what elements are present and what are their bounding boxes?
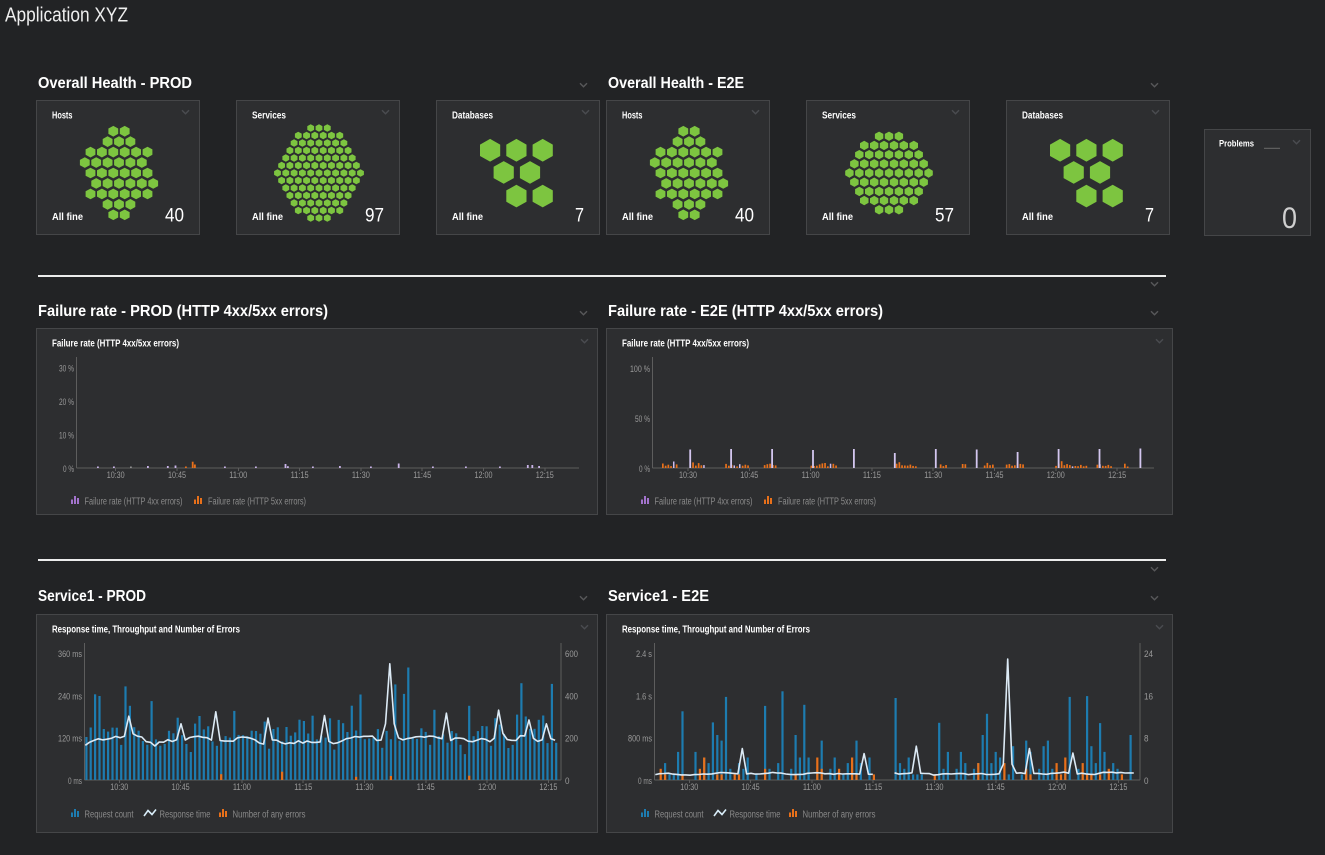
svg-text:Failure rate (HTTP 5xx errors): Failure rate (HTTP 5xx errors) (778, 497, 876, 508)
svg-text:Number of any errors: Number of any errors (803, 810, 876, 821)
svg-text:200: 200 (565, 734, 578, 744)
svg-text:11:15: 11:15 (291, 470, 309, 480)
svg-text:11:45: 11:45 (417, 782, 435, 792)
svg-text:30 %: 30 % (59, 364, 74, 374)
svg-text:12:00: 12:00 (1048, 782, 1066, 792)
svg-text:All fine: All fine (622, 212, 653, 223)
svg-text:1.6 s: 1.6 s (636, 691, 652, 701)
svg-text:2.4 s: 2.4 s (636, 649, 652, 659)
svg-text:Hosts: Hosts (52, 111, 73, 122)
svg-text:11:15: 11:15 (863, 470, 881, 480)
svg-text:11:00: 11:00 (803, 782, 821, 792)
svg-text:50 %: 50 % (635, 414, 650, 424)
svg-text:All fine: All fine (822, 212, 853, 223)
svg-text:11:00: 11:00 (802, 470, 820, 480)
svg-text:8: 8 (1144, 734, 1149, 744)
svg-text:Services: Services (252, 111, 286, 122)
svg-text:11:30: 11:30 (356, 782, 374, 792)
svg-text:40: 40 (735, 205, 754, 227)
svg-text:10:45: 10:45 (172, 782, 190, 792)
svg-text:Databases: Databases (1022, 111, 1063, 122)
svg-text:0 ms: 0 ms (638, 776, 652, 786)
svg-text:11:00: 11:00 (229, 470, 247, 480)
svg-text:10:30: 10:30 (110, 782, 128, 792)
svg-text:0: 0 (1282, 202, 1297, 235)
svg-text:800 ms: 800 ms (628, 734, 652, 744)
svg-text:0 ms: 0 ms (68, 776, 82, 786)
svg-text:Failure rate - E2E (HTTP 4xx/5: Failure rate - E2E (HTTP 4xx/5xx errors) (608, 303, 883, 320)
svg-text:Overall Health - PROD: Overall Health - PROD (38, 75, 192, 92)
svg-text:Failure rate (HTTP 4xx errors): Failure rate (HTTP 4xx errors) (85, 497, 183, 508)
svg-text:Response time: Response time (730, 810, 781, 821)
svg-text:0 %: 0 % (63, 464, 74, 474)
svg-text:Failure rate - PROD (HTTP 4xx/: Failure rate - PROD (HTTP 4xx/5xx errors… (38, 303, 328, 320)
svg-text:All fine: All fine (452, 212, 483, 223)
svg-text:Problems: Problems (1219, 139, 1254, 150)
svg-text:10:30: 10:30 (107, 470, 125, 480)
svg-text:360 ms: 360 ms (58, 649, 82, 659)
svg-text:11:30: 11:30 (926, 782, 944, 792)
svg-text:Service1 - PROD: Service1 - PROD (38, 588, 146, 605)
svg-text:Response time, Throughput and: Response time, Throughput and Number of … (622, 625, 810, 636)
svg-text:600: 600 (565, 649, 578, 659)
svg-text:24: 24 (1144, 649, 1153, 659)
svg-text:Request count: Request count (85, 810, 134, 821)
svg-text:11:30: 11:30 (352, 470, 370, 480)
svg-text:120 ms: 120 ms (58, 734, 82, 744)
svg-text:0: 0 (565, 776, 570, 786)
svg-text:Databases: Databases (452, 111, 493, 122)
svg-text:57: 57 (935, 205, 954, 227)
svg-text:400: 400 (565, 691, 578, 701)
svg-text:0: 0 (1144, 776, 1149, 786)
svg-text:11:30: 11:30 (924, 470, 942, 480)
svg-text:10:30: 10:30 (679, 470, 697, 480)
svg-text:12:15: 12:15 (1109, 782, 1127, 792)
svg-text:11:15: 11:15 (294, 782, 312, 792)
svg-text:97: 97 (365, 205, 384, 227)
svg-text:40: 40 (165, 205, 184, 227)
svg-text:Failure rate (HTTP 4xx/5xx err: Failure rate (HTTP 4xx/5xx errors) (52, 339, 179, 350)
svg-text:12:00: 12:00 (475, 470, 493, 480)
svg-text:11:45: 11:45 (987, 782, 1005, 792)
svg-text:Overall Health - E2E: Overall Health - E2E (608, 75, 744, 92)
svg-text:16: 16 (1144, 691, 1153, 701)
svg-text:All fine: All fine (52, 212, 83, 223)
svg-text:12:00: 12:00 (1047, 470, 1065, 480)
svg-text:Number of any errors: Number of any errors (233, 810, 306, 821)
svg-text:Services: Services (822, 111, 856, 122)
svg-text:10:45: 10:45 (742, 782, 760, 792)
svg-text:Application XYZ: Application XYZ (5, 5, 128, 27)
svg-text:11:00: 11:00 (233, 782, 251, 792)
svg-text:Service1 - E2E: Service1 - E2E (608, 588, 709, 605)
svg-text:All fine: All fine (252, 212, 283, 223)
svg-text:20 %: 20 % (59, 397, 74, 407)
svg-text:Failure rate (HTTP 4xx errors): Failure rate (HTTP 4xx errors) (655, 497, 753, 508)
svg-text:Hosts: Hosts (622, 111, 643, 122)
svg-text:Response time, Throughput and: Response time, Throughput and Number of … (52, 625, 240, 636)
svg-text:100 %: 100 % (630, 364, 650, 374)
svg-text:12:15: 12:15 (539, 782, 557, 792)
svg-text:0 %: 0 % (639, 464, 650, 474)
svg-text:11:45: 11:45 (986, 470, 1004, 480)
svg-text:All fine: All fine (1022, 212, 1053, 223)
svg-text:Request count: Request count (655, 810, 704, 821)
svg-text:10:45: 10:45 (168, 470, 186, 480)
svg-text:11:45: 11:45 (413, 470, 431, 480)
svg-text:Failure rate (HTTP 4xx/5xx err: Failure rate (HTTP 4xx/5xx errors) (622, 339, 749, 350)
svg-text:12:15: 12:15 (1108, 470, 1126, 480)
svg-text:12:00: 12:00 (478, 782, 496, 792)
svg-text:10 %: 10 % (59, 431, 74, 441)
svg-text:Response time: Response time (160, 810, 211, 821)
svg-text:7: 7 (1145, 205, 1154, 227)
svg-text:10:45: 10:45 (740, 470, 758, 480)
svg-text:240 ms: 240 ms (58, 691, 82, 701)
svg-text:12:15: 12:15 (536, 470, 554, 480)
svg-text:7: 7 (575, 205, 584, 227)
svg-text:10:30: 10:30 (680, 782, 698, 792)
svg-text:Failure rate (HTTP 5xx errors): Failure rate (HTTP 5xx errors) (208, 497, 306, 508)
svg-text:11:15: 11:15 (864, 782, 882, 792)
